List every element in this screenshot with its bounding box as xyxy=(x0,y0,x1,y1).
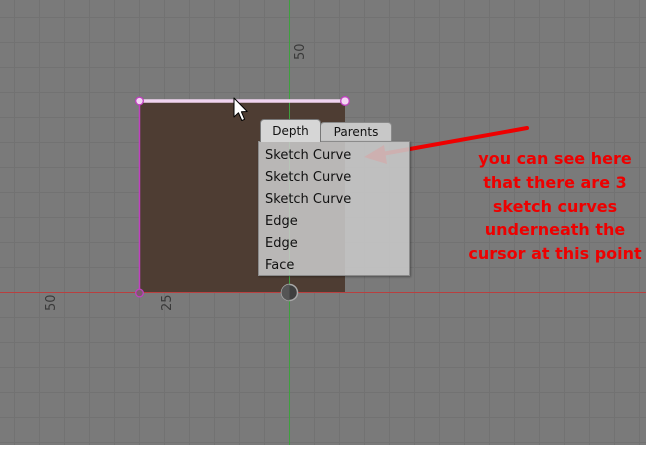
tab-depth[interactable]: Depth xyxy=(260,119,321,142)
list-item-sketch-curve-1[interactable]: Sketch Curve xyxy=(265,145,351,167)
sketch-point-top-left[interactable] xyxy=(135,96,144,106)
annotation-callout-text: you can see here that there are 3 sketch… xyxy=(468,149,642,264)
y-axis-tick-label-50: 50 xyxy=(293,43,308,60)
list-item-sketch-curve-2[interactable]: Sketch Curve xyxy=(265,167,351,189)
sketch-point-bottom-left[interactable] xyxy=(135,288,144,298)
x-axis-tick-label-50: 50 xyxy=(44,294,59,311)
list-item-face[interactable]: Face xyxy=(265,255,294,277)
list-item-sketch-curve-3[interactable]: Sketch Curve xyxy=(265,189,351,211)
sketch-point-top-right[interactable] xyxy=(340,96,350,106)
list-item-edge-1[interactable]: Edge xyxy=(265,211,298,233)
x-axis-tick-label-25: 25 xyxy=(160,294,175,311)
list-item-edge-2[interactable]: Edge xyxy=(265,233,298,255)
tab-parents[interactable]: Parents xyxy=(320,122,392,141)
selection-list: Sketch Curve Sketch Curve Sketch Curve E… xyxy=(258,141,410,276)
origin-icon[interactable] xyxy=(280,283,299,302)
selection-depth-popup: Parents Depth Sketch Curve Sketch Curve … xyxy=(258,118,410,278)
